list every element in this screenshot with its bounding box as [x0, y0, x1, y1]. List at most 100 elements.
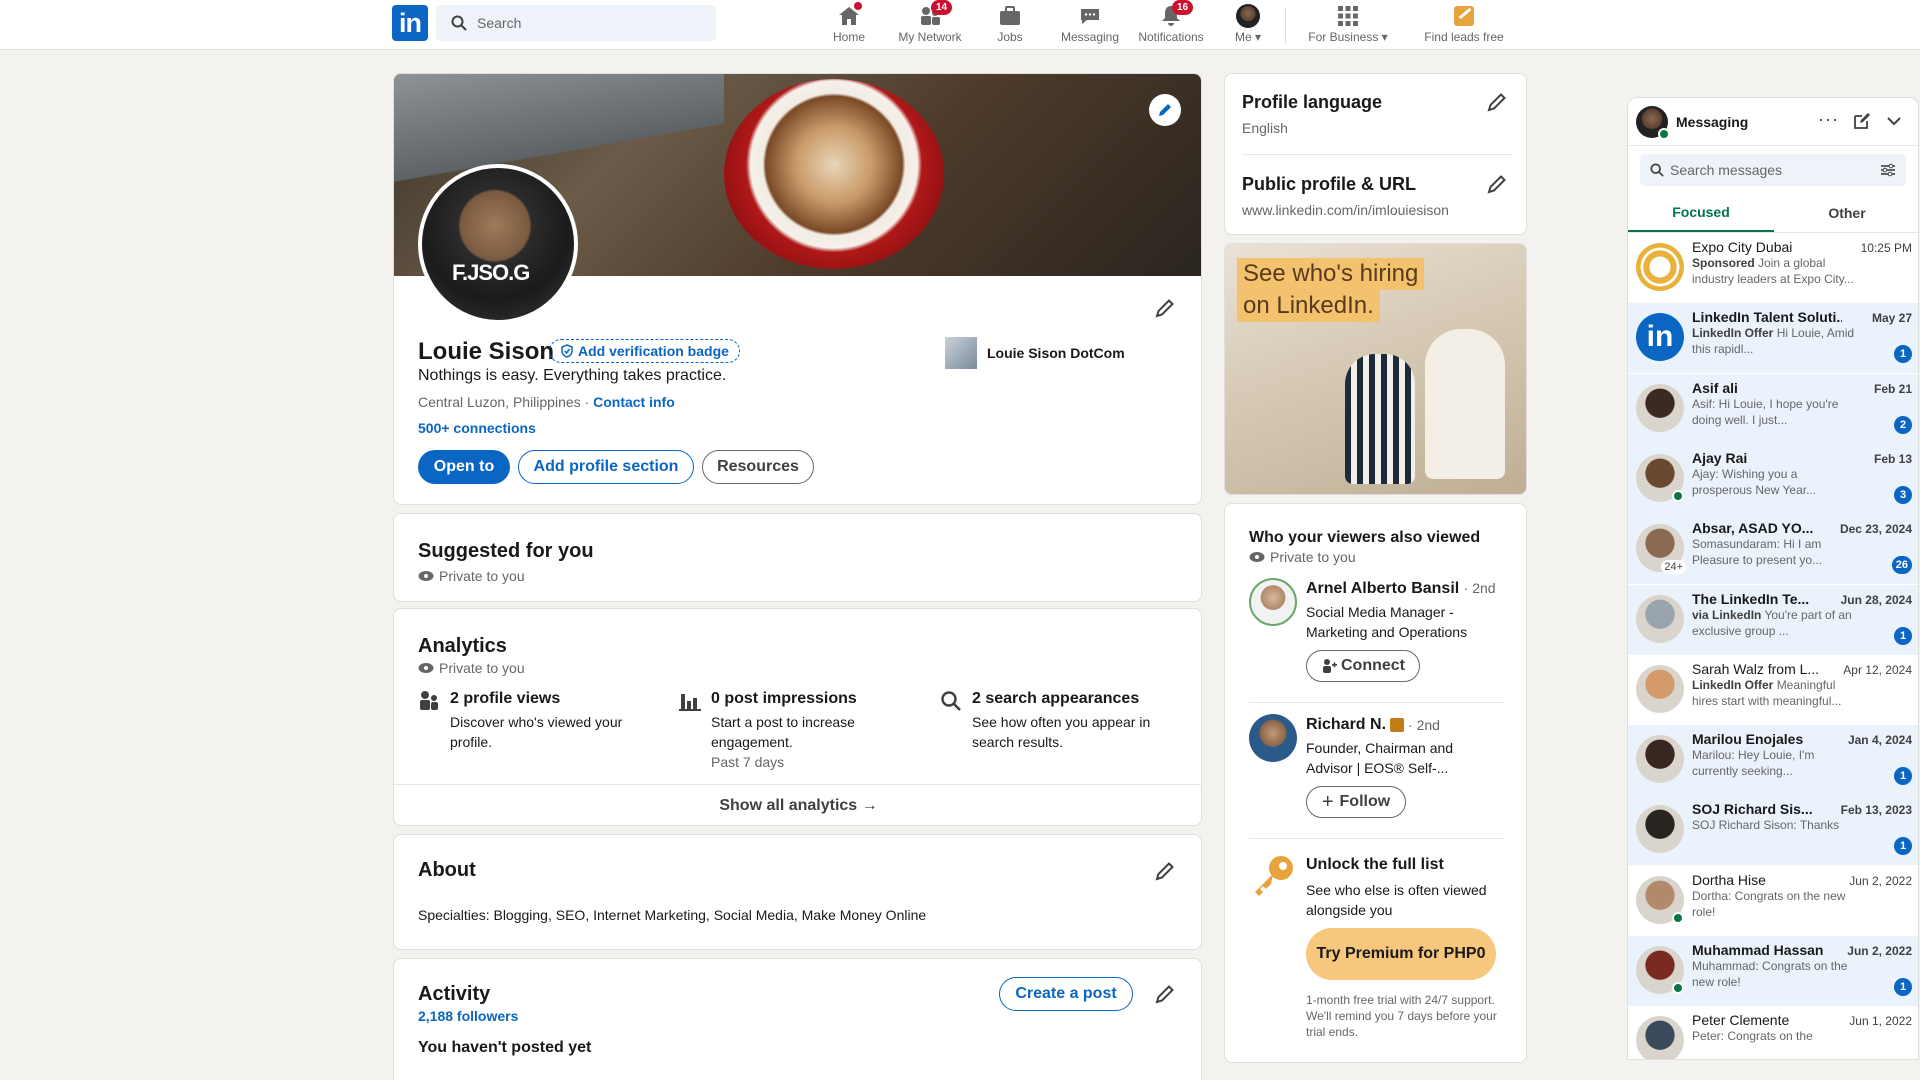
unread-count-badge: 1	[1894, 978, 1912, 996]
open-to-button[interactable]: Open to	[418, 450, 510, 484]
linkedin-logo[interactable]: in	[392, 5, 428, 41]
try-premium-button[interactable]: Try Premium for PHP0	[1306, 928, 1496, 980]
conversation-item[interactable]: Sarah Walz from L... Apr 12, 2024 LinkedIn…	[1628, 655, 1918, 725]
home-badge	[852, 0, 864, 12]
linkedin-logo-text: in	[1646, 320, 1674, 354]
messaging-header[interactable]: Messaging ···	[1628, 98, 1918, 146]
conversation-preview: Dortha: Congrats on the new role!	[1692, 888, 1857, 920]
resources-button[interactable]: Resources	[702, 450, 814, 484]
conversation-preview: SOJ Richard Sison: Thanks	[1692, 817, 1857, 833]
edit-intro-button[interactable]	[1153, 296, 1177, 320]
conversation-name: Muhammad Hassan	[1692, 942, 1824, 958]
nav-messaging-label: Messaging	[1060, 30, 1120, 44]
profile-headline: Nothings is easy. Everything takes pract…	[418, 367, 727, 384]
tab-focused[interactable]: Focused	[1628, 194, 1774, 232]
network-badge: 14	[931, 0, 953, 15]
hiring-ad[interactable]: See who's hiring on LinkedIn.	[1224, 243, 1527, 495]
search-messages-input[interactable]: Search messages	[1640, 154, 1906, 186]
unread-count-badge: 1	[1894, 345, 1912, 364]
edit-about-button[interactable]	[1153, 859, 1177, 883]
pencil-icon	[1155, 299, 1174, 318]
connections-link[interactable]: 500+ connections	[418, 420, 536, 436]
conversation-item[interactable]: 24+ Absar, ASAD YO... Dec 23, 2024 Somasund…	[1628, 514, 1918, 585]
analytics-profile-views[interactable]: 2 profile views Discover who's viewed you…	[418, 690, 648, 752]
conversation-avatar: 24+	[1636, 524, 1686, 575]
nav-messaging[interactable]: Messaging	[1058, 0, 1122, 50]
search-icon	[451, 15, 467, 31]
nav-my-network[interactable]: 14 My Network	[893, 0, 967, 50]
search-input[interactable]: Search	[436, 5, 716, 41]
conversation-date: Jun 2, 2022	[1849, 873, 1912, 888]
activity-title: Activity	[418, 983, 491, 1005]
company-logo	[945, 337, 977, 369]
edit-cover-button[interactable]	[1149, 94, 1181, 126]
current-company[interactable]: Louie Sison DotCom	[945, 337, 1125, 369]
analytics-post-impressions[interactable]: 0 post impressions Start a post to increa…	[679, 690, 909, 770]
nav-network-label: My Network	[898, 30, 962, 44]
viewer-2-headline: Founder, Chairman and Advisor | EOS® Sel…	[1306, 740, 1454, 776]
viewer-2-name-line[interactable]: Richard N. · 2nd	[1306, 716, 1440, 734]
conversation-text: Expo City Dubai 10:25 PM Sponsored Join a …	[1692, 239, 1912, 297]
conversation-item[interactable]: in LinkedIn Talent Soluti... May 27 LinkedI…	[1628, 303, 1918, 374]
conversation-item[interactable]: Muhammad Hassan Jun 2, 2022 Muhammad: Cong…	[1628, 936, 1918, 1006]
viewer-avatar[interactable]	[1249, 578, 1297, 626]
unread-count-badge: 1	[1894, 837, 1912, 856]
connect-button[interactable]: Connect	[1306, 650, 1420, 682]
add-profile-section-button[interactable]: Add profile section	[518, 450, 694, 484]
conversation-avatar	[1636, 383, 1684, 432]
conversation-avatar	[1636, 594, 1684, 643]
show-all-analytics-link[interactable]: Show all analytics →	[394, 785, 1201, 825]
profile-avatar[interactable]: F.JSO.G	[418, 164, 578, 324]
conversation-preview: Muhammad: Congrats on the new role!	[1692, 958, 1857, 990]
tab-other[interactable]: Other	[1774, 194, 1918, 232]
followers-count[interactable]: 2,188 followers	[418, 1008, 518, 1024]
trial-text: 1-month free trial with 24/7 support. We…	[1306, 993, 1497, 1039]
conversation-item[interactable]: Expo City Dubai 10:25 PM Sponsored Join a …	[1628, 233, 1918, 303]
more-options-icon[interactable]: ···	[1818, 109, 1839, 130]
pencil-icon	[1487, 175, 1506, 194]
settings-divider	[1242, 154, 1512, 155]
filter-icon[interactable]	[1880, 163, 1896, 177]
nav-find-leads[interactable]: Find leads free	[1418, 0, 1510, 50]
add-verification-badge-button[interactable]: Add verification badge	[549, 339, 740, 363]
profile-location-line: Central Luzon, Philippines · Contact inf…	[418, 394, 675, 410]
conversation-item[interactable]: Peter Clemente Jun 1, 2022 Peter: Congrats…	[1628, 1006, 1918, 1059]
viewer-avatar[interactable]	[1249, 714, 1297, 762]
add-person-icon	[1323, 659, 1337, 673]
unlock-desc: See who else is often viewed alongside y…	[1306, 882, 1487, 918]
conversation-item[interactable]: SOJ Richard Sis... Feb 13, 2023 SOJ Richar…	[1628, 795, 1918, 866]
conversation-name: Absar, ASAD YO...	[1692, 520, 1814, 537]
conversation-item[interactable]: Marilou Enojales Jan 4, 2024 Marilou: Hey …	[1628, 725, 1918, 796]
my-avatar	[1636, 106, 1670, 140]
nav-for-business[interactable]: For Business ▾	[1298, 0, 1398, 50]
edit-language-button[interactable]	[1485, 90, 1509, 114]
nav-notifications[interactable]: 16 Notifications	[1134, 0, 1208, 50]
nav-home[interactable]: Home	[826, 0, 872, 50]
contact-info-link[interactable]: Contact info	[593, 394, 675, 410]
chevron-down-icon[interactable]	[1886, 114, 1902, 128]
create-post-button[interactable]: Create a post	[999, 977, 1133, 1011]
conversation-text: The LinkedIn Te... Jun 28, 2024 via Linked…	[1692, 591, 1912, 649]
edit-url-button[interactable]	[1485, 172, 1509, 196]
nav-me[interactable]: Me ▾	[1230, 0, 1266, 50]
compose-icon[interactable]	[1853, 112, 1871, 130]
conversation-item[interactable]: Dortha Hise Jun 2, 2022 Dortha: Congrats o…	[1628, 866, 1918, 936]
unread-count-badge: 3	[1894, 485, 1912, 504]
conversation-item[interactable]: The LinkedIn Te... Jun 28, 2024 via Linked…	[1628, 584, 1918, 655]
conversation-preview: Peter: Congrats on the	[1692, 1028, 1857, 1044]
edit-activity-button[interactable]	[1153, 982, 1177, 1006]
conversation-item[interactable]: Ajay Rai Feb 13 Ajay: Wishing you a prospe…	[1628, 443, 1918, 514]
profile-location: Central Luzon, Philippines	[418, 394, 581, 410]
viewers-title: Who your viewers also viewed	[1249, 529, 1481, 546]
conversation-date: Jun 2, 2022	[1847, 944, 1912, 958]
viewer-1-name-line[interactable]: Arnel Alberto Bansil · 2nd	[1306, 580, 1496, 598]
conversation-item[interactable]: Asif ali Feb 21 Asif: Hi Louie, I hope you…	[1628, 373, 1918, 444]
about-text: Specialties: Blogging, SEO, Internet Mar…	[418, 907, 927, 923]
unlock-title: Unlock the full list	[1306, 856, 1444, 873]
post-impressions-period: Past 7 days	[711, 754, 785, 770]
conversation-text: Peter Clemente Jun 1, 2022 Peter: Congrats…	[1692, 1012, 1912, 1059]
nav-jobs[interactable]: Jobs	[992, 0, 1028, 50]
home-icon	[836, 0, 864, 28]
analytics-search-appearances[interactable]: 2 search appearances See how often you ap…	[940, 690, 1170, 752]
follow-button[interactable]: + Follow	[1306, 786, 1406, 818]
